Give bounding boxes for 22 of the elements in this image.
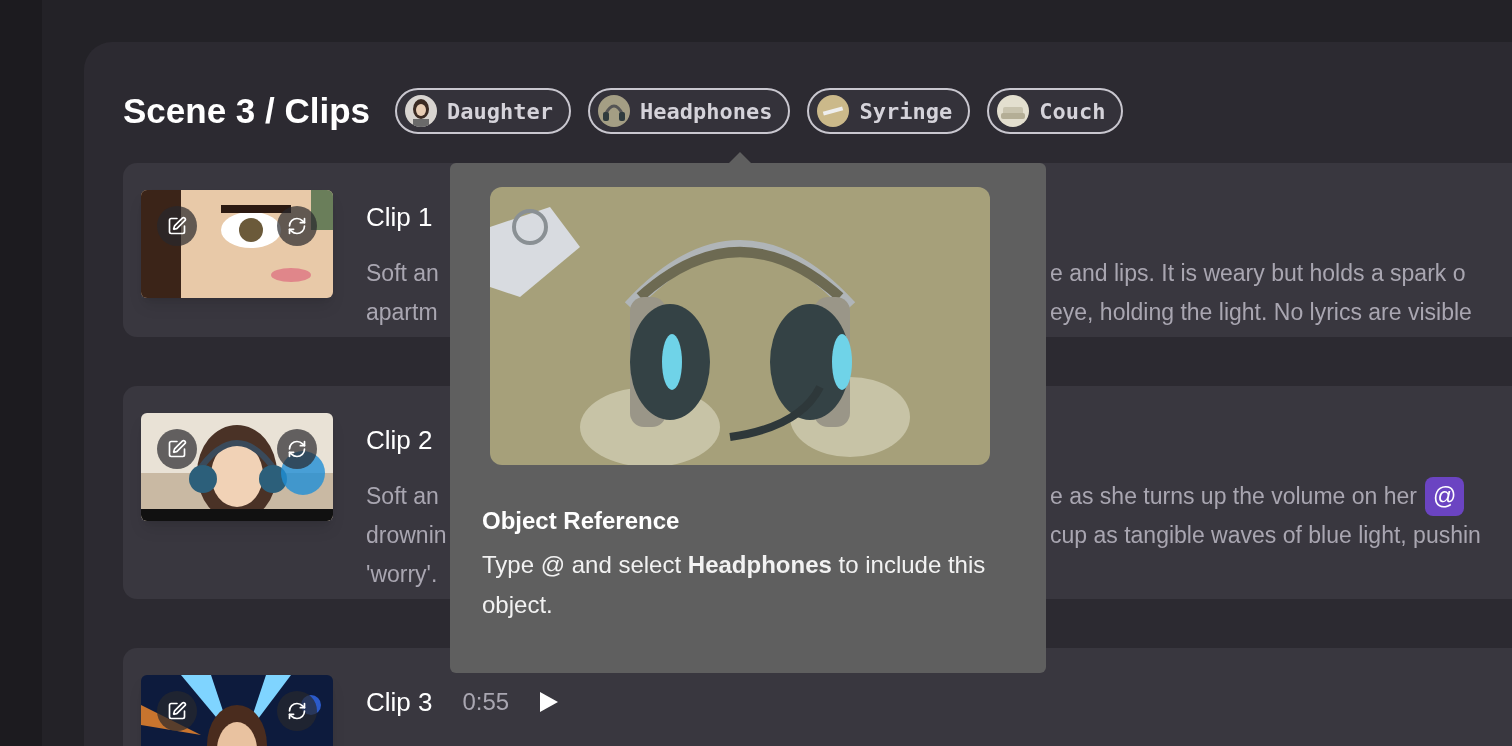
tooltip-text: Type @ and select Headphones to include this object. bbox=[482, 550, 986, 620]
description-text: eye, holding the light. No lyrics are visible bbox=[1050, 298, 1472, 328]
mention-tag: @ bbox=[1424, 477, 1465, 516]
description-text: cup as tangible waves of blue light, pushin bbox=[1050, 521, 1481, 551]
clip-title: Clip 1 bbox=[366, 200, 433, 234]
clip-title: Clip 3 bbox=[366, 685, 433, 719]
reference-chip[interactable]: Daughter bbox=[395, 88, 572, 134]
tooltip-title: Object Reference bbox=[482, 506, 681, 536]
page-title: Scene 3 / Clips bbox=[123, 89, 371, 132]
description-text: 'worry'. bbox=[366, 560, 439, 590]
description-text: e as she turns up the volume on her bbox=[1050, 482, 1417, 512]
reference-chip[interactable]: Couch bbox=[987, 88, 1124, 134]
reference-chip[interactable]: Headphones bbox=[588, 88, 791, 134]
description-text: Soft an bbox=[366, 482, 440, 512]
description-text: e and lips. It is weary but holds a spark o bbox=[1050, 259, 1466, 289]
play-icon[interactable] bbox=[539, 691, 560, 713]
clip-duration: 0:55 bbox=[462, 687, 510, 717]
description-text: Soft an bbox=[366, 259, 440, 289]
description-text: drownin bbox=[366, 521, 446, 551]
clip-title: Clip 2 bbox=[366, 423, 433, 457]
description-text: apartm bbox=[366, 298, 439, 328]
reference-chip[interactable]: Syringe bbox=[807, 88, 971, 134]
